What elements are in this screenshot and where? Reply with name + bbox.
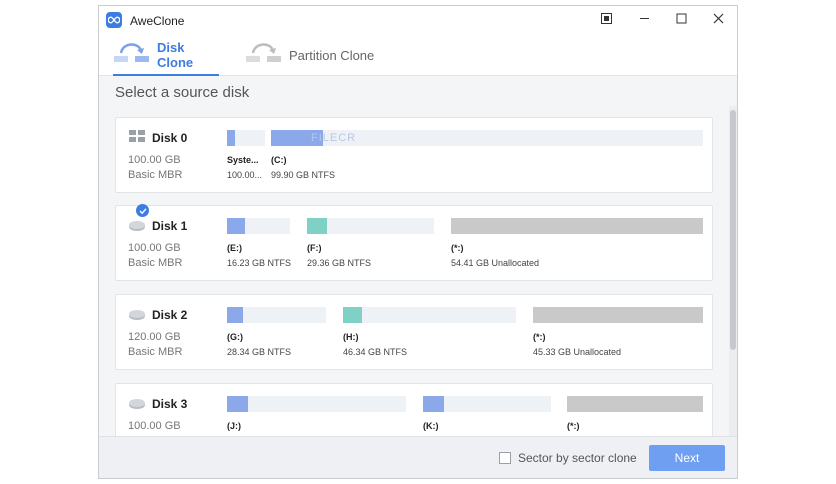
scrollbar-thumb[interactable]	[730, 110, 736, 350]
footer-bar: Sector by sector clone Next	[99, 436, 737, 478]
partition-system[interactable]: Syste... 100.00...	[227, 130, 265, 180]
partition-usage-bar	[567, 396, 703, 412]
partition-h[interactable]: (H:) 46.34 GB NTFS	[343, 307, 516, 357]
partition-clone-icon	[245, 39, 283, 72]
partition-label: (K:)	[423, 421, 439, 431]
partition-info: 29.36 GB NTFS	[307, 258, 372, 268]
partition-label: (*:)	[451, 243, 464, 253]
partition-usage-bar	[307, 218, 434, 234]
partition-g[interactable]: (G:) 28.34 GB NTFS	[227, 307, 326, 357]
partition-usage-bar	[227, 396, 406, 412]
disk-card-3[interactable]: Disk 3 100.00 GB (J:) (K:) (*:)	[115, 383, 713, 436]
partition-usage-bar: FILECR	[271, 130, 703, 146]
partition-f[interactable]: (F:) 29.36 GB NTFS	[307, 218, 434, 268]
disk-icon	[128, 127, 146, 145]
partition-usage-fill	[227, 130, 235, 146]
tab-partition-clone[interactable]: Partition Clone	[245, 34, 375, 76]
tab-partition-clone-label: Partition Clone	[289, 47, 375, 63]
disk-type: Basic MBR	[128, 257, 183, 269]
partition-label: (C:)	[271, 155, 287, 165]
restore-window-button[interactable]	[593, 10, 619, 30]
partition-info: 100.00...	[227, 170, 263, 180]
partition-unallocated[interactable]: (*:)	[567, 396, 703, 431]
partition-label: (*:)	[533, 332, 546, 342]
partition-label: (J:)	[227, 421, 241, 431]
tab-disk-clone-label: Disk Clone	[157, 40, 194, 70]
partition-usage-bar	[423, 396, 551, 412]
clone-mode-tabs: Disk Clone Partition Clone	[99, 34, 737, 76]
disk-name: Disk 0	[152, 131, 188, 145]
partition-usage-fill	[423, 396, 444, 412]
partition-label: (*:)	[567, 421, 580, 431]
partition-unallocated[interactable]: (*:) 54.41 GB Unallocated	[451, 218, 703, 268]
partition-k[interactable]: (K:)	[423, 396, 551, 431]
partition-usage-bar	[227, 307, 326, 323]
disk-type: Basic MBR	[128, 169, 183, 181]
partition-j[interactable]: (J:)	[227, 396, 406, 431]
partition-info: 46.34 GB NTFS	[343, 347, 408, 357]
tab-disk-clone[interactable]: Disk Clone	[113, 34, 219, 76]
minimize-button[interactable]	[631, 10, 657, 30]
partition-usage-bar	[343, 307, 516, 323]
partition-label: (G:)	[227, 332, 243, 342]
disk-card-0[interactable]: Disk 0 100.00 GB Basic MBR Syste... 100.…	[115, 117, 713, 193]
maximize-icon	[676, 11, 687, 29]
watermark: FILECR	[311, 132, 357, 144]
disk-name: Disk 2	[152, 308, 188, 322]
disk-icon	[128, 304, 146, 322]
partition-info: 45.33 GB Unallocated	[533, 347, 622, 357]
disk-size: 120.00 GB	[128, 331, 181, 343]
disk-list: Disk 0 100.00 GB Basic MBR Syste... 100.…	[99, 114, 737, 436]
title-bar: AweClone	[99, 6, 737, 34]
partition-label: (E:)	[227, 243, 242, 253]
partition-label: (F:)	[307, 243, 322, 253]
partition-usage-bar	[227, 130, 265, 146]
disk-icon	[128, 215, 146, 233]
partition-label: Syste...	[227, 155, 259, 165]
disk-size: 100.00 GB	[128, 154, 181, 166]
partition-label: (H:)	[343, 332, 359, 342]
partition-usage-fill	[343, 307, 362, 323]
partition-info: 28.34 GB NTFS	[227, 347, 292, 357]
sector-by-sector-label[interactable]: Sector by sector clone	[518, 451, 637, 465]
vertical-scrollbar[interactable]	[729, 106, 737, 436]
disk-name: Disk 3	[152, 397, 188, 411]
partition-info: 99.90 GB NTFS	[271, 170, 336, 180]
partition-usage-bar	[451, 218, 703, 234]
app-logo-icon	[106, 12, 122, 28]
partition-unallocated[interactable]: (*:) 45.33 GB Unallocated	[533, 307, 703, 357]
disk-type: Basic MBR	[128, 346, 183, 358]
disk-clone-icon	[113, 39, 151, 72]
restore-window-icon	[600, 11, 612, 29]
app-window: AweClone Disk Clone Partition Clone Sele…	[98, 5, 738, 479]
sector-by-sector-checkbox[interactable]	[499, 452, 511, 464]
disk-card-1[interactable]: Disk 1 100.00 GB Basic MBR (E:) 16.23 GB…	[115, 204, 713, 281]
partition-info: 54.41 GB Unallocated	[451, 258, 540, 268]
partition-usage-fill	[227, 218, 245, 234]
disk-name: Disk 1	[152, 219, 188, 233]
active-tab-indicator	[113, 74, 219, 76]
partition-usage-fill	[227, 307, 243, 323]
disk-size: 100.00 GB	[128, 242, 181, 254]
next-button[interactable]: Next	[649, 445, 725, 471]
minimize-icon	[639, 11, 650, 29]
partition-info: 16.23 GB NTFS	[227, 258, 292, 268]
partition-c[interactable]: FILECR (C:) 99.90 GB NTFS	[271, 130, 703, 180]
partition-usage-fill	[307, 218, 327, 234]
maximize-button[interactable]	[668, 10, 694, 30]
selected-check-icon	[136, 204, 149, 217]
partition-e[interactable]: (E:) 16.23 GB NTFS	[227, 218, 291, 268]
partition-usage-fill	[227, 396, 248, 412]
page-heading: Select a source disk	[115, 84, 250, 101]
disk-size: 100.00 GB	[128, 420, 181, 432]
close-icon	[713, 11, 724, 29]
partition-usage-bar	[227, 218, 290, 234]
partition-usage-bar	[533, 307, 703, 323]
disk-icon	[128, 393, 146, 411]
close-button[interactable]	[705, 10, 731, 30]
disk-card-2[interactable]: Disk 2 120.00 GB Basic MBR (G:) 28.34 GB…	[115, 294, 713, 370]
app-title: AweClone	[130, 14, 185, 28]
